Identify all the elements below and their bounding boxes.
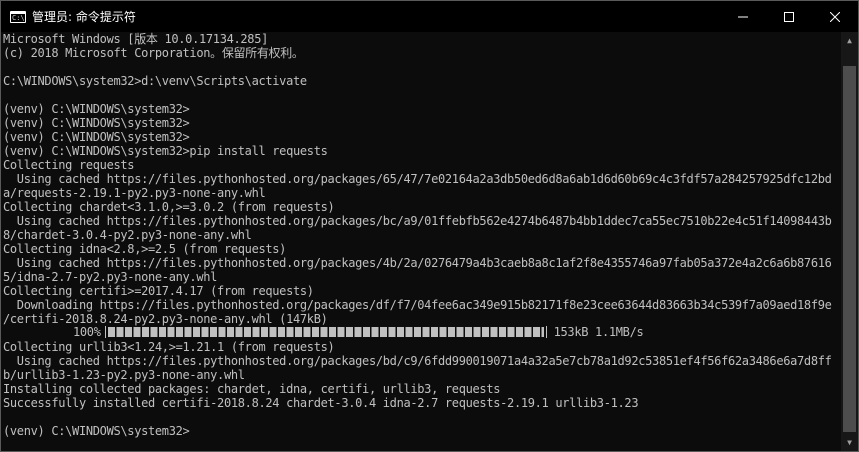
console-line: (c) 2018 Microsoft Corporation。保留所有权利。 (3, 46, 304, 60)
console-line: Downloading https://files.pythonhosted.o… (3, 298, 832, 312)
console-line: Collecting idna<2.8,>=2.5 (from requests… (3, 242, 287, 256)
console-line: /certifi-2018.8.24-py2.py3-none-any.whl … (3, 312, 328, 326)
scroll-down-button[interactable]: ▼ (841, 434, 858, 451)
vertical-scrollbar[interactable]: ▲ ▼ (841, 32, 858, 451)
scrollbar-thumb[interactable] (843, 66, 856, 432)
console-line: (venv) C:\WINDOWS\system32> (3, 424, 190, 438)
console-line: Using cached https://files.pythonhosted.… (3, 214, 832, 228)
console-line: Using cached https://files.pythonhosted.… (3, 354, 832, 368)
chevron-up-icon: ▲ (847, 36, 852, 45)
download-progress: 100% 153kB 1.1MB/s (73, 325, 644, 339)
console-line: Collecting certifi>=2017.4.17 (from requ… (3, 284, 314, 298)
chevron-down-icon: ▼ (847, 438, 852, 447)
progress-bar (104, 326, 547, 338)
title-bar[interactable]: C:\ 管理员: 命令提示符 (1, 1, 858, 32)
console-line: Collecting requests (3, 158, 135, 172)
minimize-icon (738, 16, 748, 17)
progress-stats: 153kB 1.1MB/s (553, 325, 644, 339)
console-line: (venv) C:\WINDOWS\system32>pip install r… (3, 144, 328, 158)
console-app-icon[interactable]: C:\ (10, 10, 26, 23)
console-line: (venv) C:\WINDOWS\system32> (3, 130, 190, 144)
console-line: Successfully installed certifi-2018.8.24… (3, 396, 639, 410)
console-line: (venv) C:\WINDOWS\system32> (3, 116, 190, 130)
command-prompt-window: C:\ 管理员: 命令提示符 100% 153kB 1.1MB/s Micros… (0, 0, 859, 452)
progress-fill (107, 327, 544, 337)
progress-percent: 100% (73, 325, 101, 339)
console-line: a/requests-2.19.1-py2.py3-none-any.whl (3, 186, 266, 200)
scroll-up-button[interactable]: ▲ (841, 32, 858, 49)
maximize-icon (784, 11, 794, 22)
minimize-button[interactable] (720, 1, 766, 32)
console-line: Using cached https://files.pythonhosted.… (3, 172, 832, 186)
close-button[interactable] (812, 1, 858, 32)
console-output[interactable]: 100% 153kB 1.1MB/s Microsoft Windows [版本… (1, 32, 841, 451)
console-line: Using cached https://files.pythonhosted.… (3, 256, 832, 270)
console-line: 5/idna-2.7-py2.py3-none-any.whl (3, 270, 218, 284)
window-controls (720, 1, 858, 32)
console-line: Collecting urllib3<1.24,>=1.21.1 (from r… (3, 340, 335, 354)
maximize-button[interactable] (766, 1, 812, 32)
console-line: (venv) C:\WINDOWS\system32> (3, 102, 190, 116)
console-line: Microsoft Windows [版本 10.0.17134.285] (3, 32, 269, 46)
close-icon (830, 11, 840, 22)
console-line: C:\WINDOWS\system32>d:\venv\Scripts\acti… (3, 74, 307, 88)
console-line: Installing collected packages: chardet, … (3, 382, 501, 396)
console-line: 8/chardet-3.0.4-py2.py3-none-any.whl (3, 228, 252, 242)
console-line: Collecting chardet<3.1.0,>=3.0.2 (from r… (3, 200, 335, 214)
window-title: 管理员: 命令提示符 (32, 10, 136, 24)
console-line: b/urllib3-1.23-py2.py3-none-any.whl (3, 368, 245, 382)
console-icon-label: C:\ (12, 13, 25, 22)
